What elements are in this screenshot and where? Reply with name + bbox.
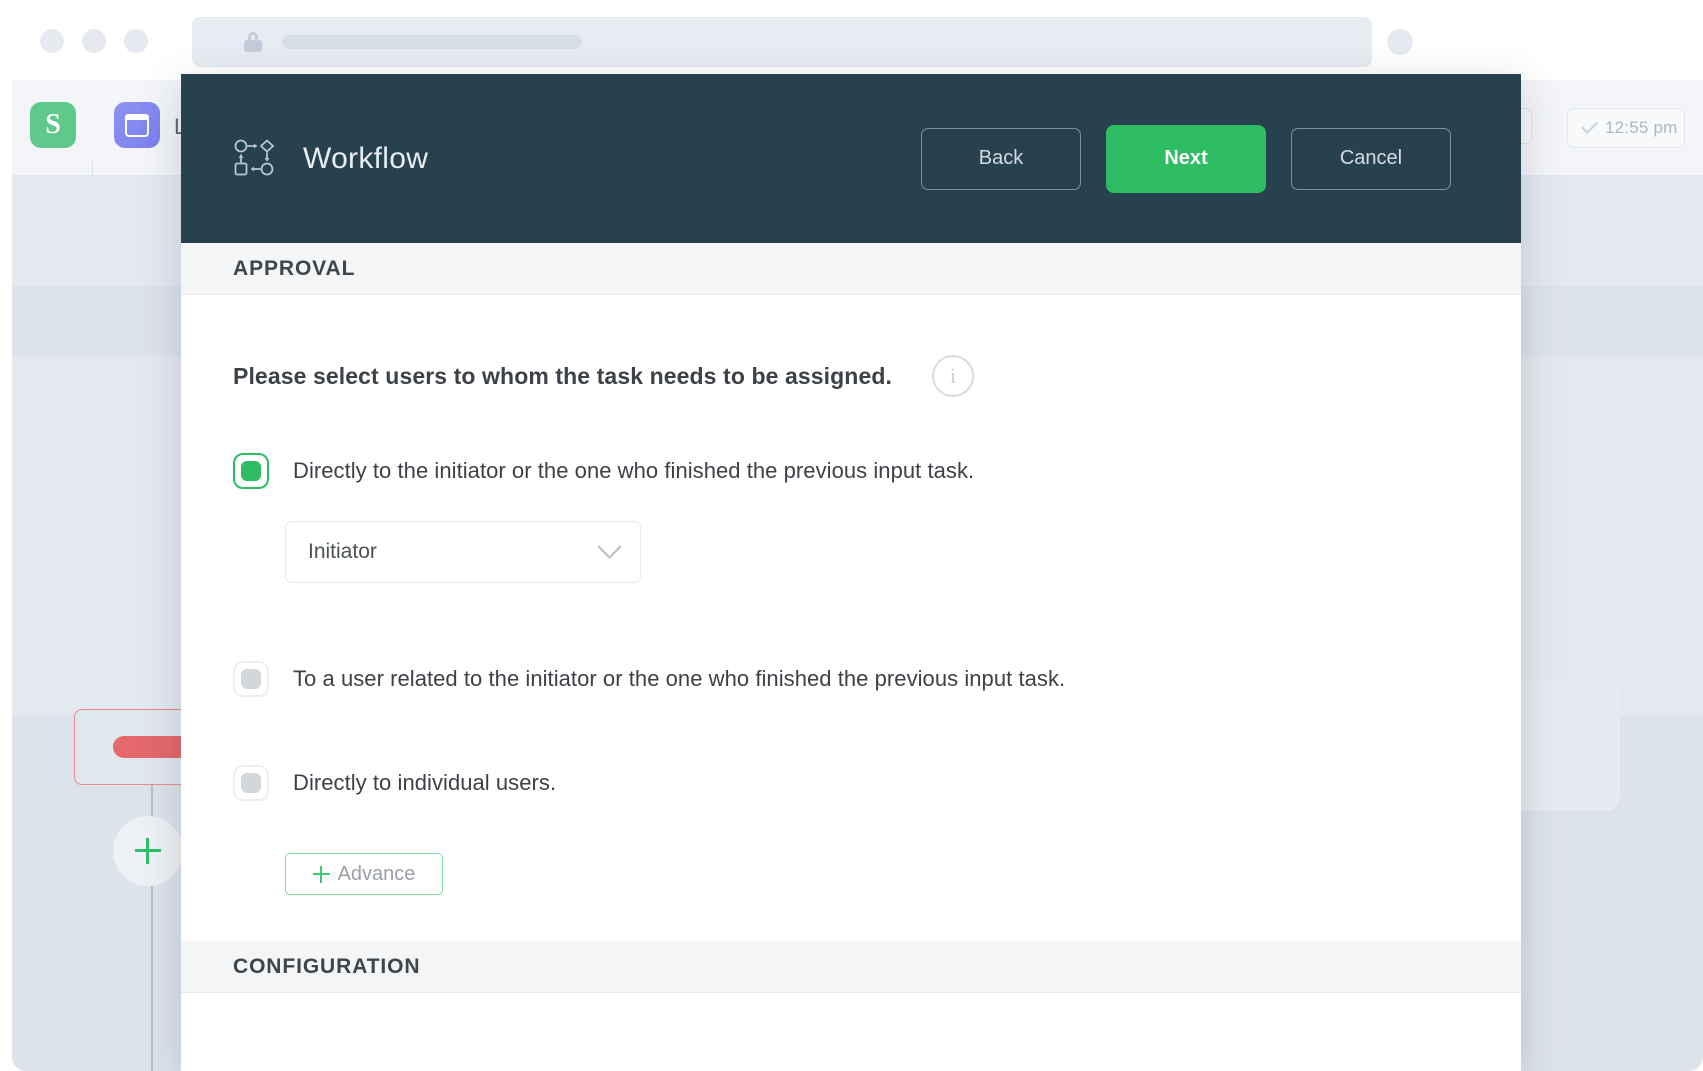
modal-header-actions: Back Next Cancel xyxy=(921,124,1451,193)
browser-profile-button[interactable] xyxy=(1387,29,1413,55)
assignment-option-related-user[interactable]: To a user related to the initiator or th… xyxy=(233,661,1469,697)
workflow-icon xyxy=(233,137,277,181)
approval-prompt-row: Please select users to whom the task nee… xyxy=(233,355,1469,397)
time-badge[interactable]: 12:55 pm xyxy=(1567,108,1685,148)
option-label: To a user related to the initiator or th… xyxy=(293,666,1066,691)
time-label: 12:55 pm xyxy=(1605,118,1678,137)
lock-icon xyxy=(244,32,262,52)
option-label: Directly to the initiator or the one who… xyxy=(293,458,975,483)
initiator-select[interactable]: Initiator xyxy=(285,521,641,583)
approval-prompt: Please select users to whom the task nee… xyxy=(233,362,892,389)
app-logo[interactable]: S xyxy=(30,102,76,148)
section-header-configuration: CONFIGURATION xyxy=(181,941,1521,993)
assignment-option-initiator[interactable]: Directly to the initiator or the one who… xyxy=(233,453,1469,489)
calendar-icon[interactable] xyxy=(114,102,160,148)
minimize-window-button[interactable] xyxy=(82,29,106,53)
plus-icon xyxy=(312,865,330,883)
browser-chrome xyxy=(12,4,1703,80)
page-title: Workflow xyxy=(303,141,429,175)
plus-icon xyxy=(135,838,161,864)
initiator-select-value: Initiator xyxy=(308,540,377,563)
workflow-modal: Workflow Back Next Cancel APPROVAL Pleas… xyxy=(181,74,1521,1071)
window-traffic-lights[interactable] xyxy=(40,29,148,53)
option-label: Directly to individual users. xyxy=(293,770,557,795)
screen-root: S Le 12:55 pm xyxy=(0,0,1703,1071)
info-icon[interactable]: i xyxy=(932,355,974,397)
advance-button-label: Advance xyxy=(337,862,416,885)
next-button[interactable]: Next xyxy=(1106,124,1266,193)
radio-related-user[interactable] xyxy=(233,661,269,697)
url-text xyxy=(282,35,582,49)
assignment-option-individual-users[interactable]: Directly to individual users. xyxy=(233,765,1469,801)
section-header-approval: APPROVAL xyxy=(181,243,1521,295)
advance-button[interactable]: Advance xyxy=(285,853,443,895)
radio-individual-users[interactable] xyxy=(233,765,269,801)
address-bar[interactable] xyxy=(192,17,1372,67)
check-icon xyxy=(1581,117,1598,134)
add-node-button[interactable] xyxy=(113,816,183,886)
cancel-button[interactable]: Cancel xyxy=(1291,127,1451,190)
chevron-down-icon xyxy=(597,534,622,559)
modal-header: Workflow Back Next Cancel xyxy=(181,74,1521,243)
configuration-section-body xyxy=(181,993,1521,1071)
node-connector xyxy=(151,886,153,1071)
close-window-button[interactable] xyxy=(40,29,64,53)
radio-initiator[interactable] xyxy=(233,453,269,489)
back-button[interactable]: Back xyxy=(921,127,1081,190)
maximize-window-button[interactable] xyxy=(124,29,148,53)
approval-section-body: Please select users to whom the task nee… xyxy=(181,295,1521,941)
